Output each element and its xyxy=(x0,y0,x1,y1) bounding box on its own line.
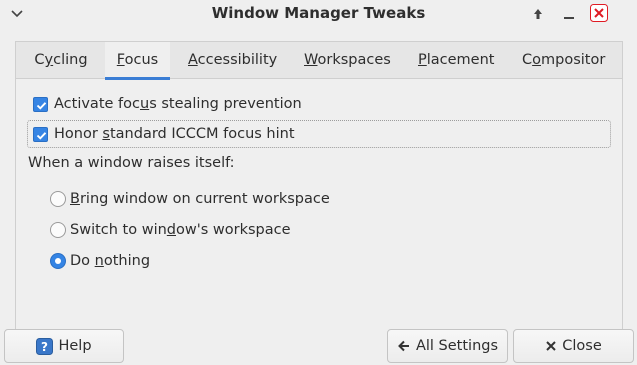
tab-focus[interactable]: Focus xyxy=(105,42,170,80)
tab-label: Compositor xyxy=(522,52,606,68)
arrow-left-icon xyxy=(397,339,411,353)
tab-label: Workspaces xyxy=(304,52,391,68)
switch-workspace-label: Switch to window's workspace xyxy=(70,222,291,238)
settings-notebook: Cycling Focus Accessibility Workspaces P… xyxy=(15,41,623,329)
tab-bar: Cycling Focus Accessibility Workspaces P… xyxy=(16,42,622,80)
steal-prevention-checkbox[interactable] xyxy=(33,96,48,112)
title-bar: Window Manager Tweaks xyxy=(0,0,637,28)
tab-placement[interactable]: Placement xyxy=(414,42,495,79)
minimize-icon[interactable] xyxy=(561,6,577,22)
raise-option-bring[interactable]: Bring window on current workspace xyxy=(50,187,330,211)
tab-compositor[interactable]: Compositor xyxy=(518,42,606,79)
bring-window-radio[interactable] xyxy=(50,191,66,207)
icccm-hint-label: Honor standard ICCCM focus hint xyxy=(54,126,295,142)
all-settings-button[interactable]: All Settings xyxy=(387,329,508,363)
help-button[interactable]: ? Help xyxy=(4,329,124,363)
close-label: Close xyxy=(562,338,602,354)
svg-text:?: ? xyxy=(41,340,48,354)
bring-window-label: Bring window on current workspace xyxy=(70,191,330,207)
arrow-up-icon[interactable] xyxy=(530,6,546,22)
close-window-icon[interactable] xyxy=(590,4,608,22)
icccm-hint-option[interactable]: Honor standard ICCCM focus hint xyxy=(33,122,295,146)
tab-label: Cycling xyxy=(34,52,88,68)
help-icon: ? xyxy=(36,337,54,355)
all-settings-label: All Settings xyxy=(415,338,499,354)
do-nothing-label: Do nothing xyxy=(70,253,151,269)
tab-workspaces[interactable]: Workspaces xyxy=(300,42,391,79)
raise-option-nothing[interactable]: Do nothing xyxy=(50,249,150,273)
do-nothing-radio[interactable] xyxy=(50,253,66,269)
raise-heading-label: When a window raises itself: xyxy=(28,155,235,171)
close-button[interactable]: Close xyxy=(513,329,634,363)
tab-accessibility[interactable]: Accessibility xyxy=(184,42,278,79)
close-icon xyxy=(545,340,557,352)
icccm-hint-checkbox[interactable] xyxy=(33,126,48,142)
raise-heading: When a window raises itself: xyxy=(28,151,235,175)
raise-option-switch[interactable]: Switch to window's workspace xyxy=(50,218,291,242)
switch-workspace-radio[interactable] xyxy=(50,222,66,238)
help-label: Help xyxy=(58,338,92,354)
tab-label: Focus xyxy=(116,52,159,68)
tab-label: Placement xyxy=(418,52,495,68)
tab-cycling[interactable]: Cycling xyxy=(28,42,94,79)
steal-prevention-option[interactable]: Activate focus stealing prevention xyxy=(33,92,302,116)
tab-label: Accessibility xyxy=(188,52,278,68)
steal-prevention-label: Activate focus stealing prevention xyxy=(54,96,302,112)
